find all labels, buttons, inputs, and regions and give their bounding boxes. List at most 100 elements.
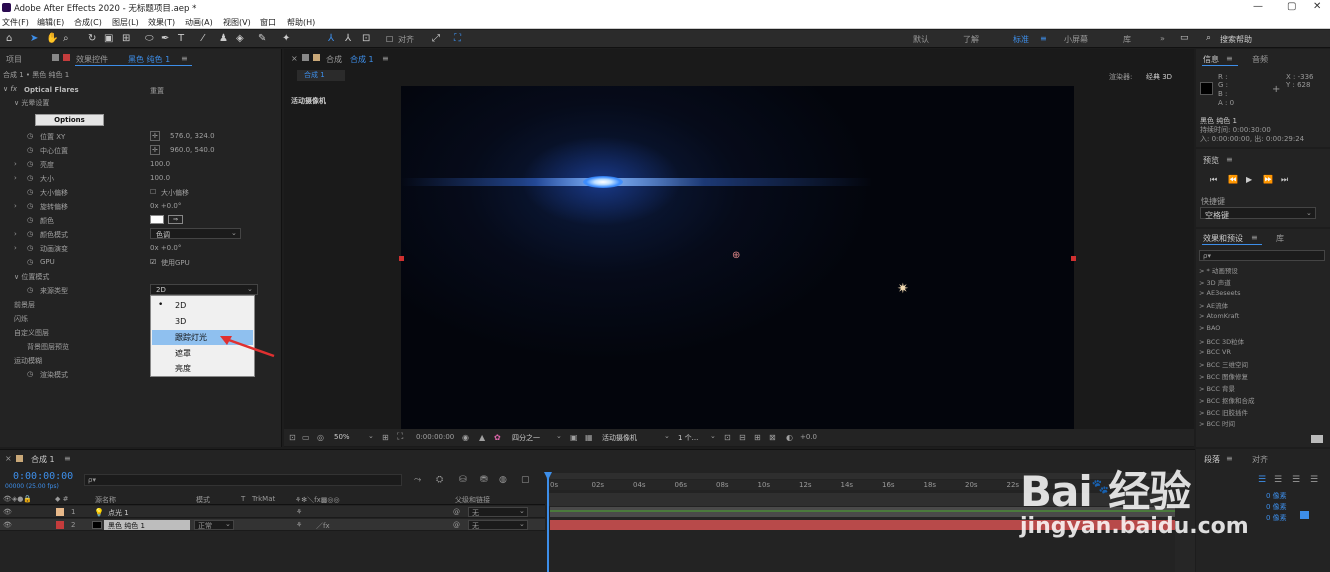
eye-icon[interactable]: 👁 (3, 521, 12, 529)
prop-brightness-value[interactable]: 100.0 (150, 160, 170, 168)
panel-menu-icon[interactable]: ≡ (1226, 454, 1233, 463)
effect-category-item[interactable]: > BAO (1199, 324, 1220, 332)
stopwatch-icon[interactable]: ◷ (27, 160, 33, 168)
timeline-icon[interactable]: ⊠ (769, 433, 776, 442)
color-mode-select[interactable]: 色调 ⌄ (150, 228, 241, 239)
workspace-default[interactable]: 默认 (913, 34, 929, 45)
justify-icon[interactable]: ☰ (1310, 475, 1318, 485)
roi-icon[interactable]: ▣ (570, 433, 578, 442)
menu-view[interactable]: 视图(V) (223, 17, 251, 28)
tab-library[interactable]: 库 (1276, 233, 1284, 244)
last-frame-icon[interactable]: ⏭ (1281, 175, 1288, 185)
tab-timeline-comp[interactable]: 合成 1 (31, 454, 55, 465)
next-frame-icon[interactable]: ⏩ (1263, 175, 1273, 184)
comp-subtab[interactable]: 合成 1 (297, 70, 345, 81)
quality-switch-icon[interactable]: ／fx (316, 521, 330, 531)
effect-category-item[interactable]: > 3D 声道 (1199, 277, 1231, 287)
exposure-value[interactable]: +0.0 (800, 433, 817, 441)
shy-switch-icon[interactable]: ⚘ (296, 508, 302, 516)
screen-icon[interactable]: ▭ (1180, 33, 1189, 43)
effect-category-item[interactable]: > BCC 三维空间 (1199, 359, 1248, 369)
tab-effect-controls[interactable]: 效果控件 (76, 54, 108, 65)
lock-icon[interactable] (302, 54, 309, 61)
snap-icon[interactable]: ⤢ (432, 33, 440, 44)
effect-category-item[interactable]: > BCC 旧胶插件 (1199, 407, 1248, 417)
expand-arrow-icon[interactable]: › (14, 160, 17, 168)
prop-animation-value[interactable]: 0x +0.0° (150, 244, 181, 252)
pen-tool-icon[interactable]: ✒ (161, 33, 169, 44)
camera-view-value[interactable]: 活动摄像机 (602, 433, 637, 443)
playhead[interactable] (547, 472, 549, 572)
group-foreground[interactable]: 前景层 (14, 300, 35, 310)
new-preset-icon[interactable] (1311, 435, 1323, 443)
stopwatch-icon[interactable]: ◷ (27, 370, 33, 378)
layer-handle-left[interactable] (399, 256, 404, 261)
timeline-search-input[interactable]: ρ▾ (84, 474, 402, 486)
stopwatch-icon[interactable]: ◷ (27, 244, 33, 252)
align-right-icon[interactable]: ☰ (1292, 475, 1300, 485)
stopwatch-icon[interactable]: ◷ (27, 202, 33, 210)
color-swatch[interactable] (150, 215, 164, 224)
rotate-tool-icon[interactable]: ↻ (88, 33, 96, 44)
menu-layer[interactable]: 图层(L) (112, 17, 139, 28)
layer-label-swatch[interactable] (56, 521, 64, 529)
gpu-checkbox[interactable]: ☑ (150, 258, 156, 266)
fast-preview-icon[interactable]: ⊟ (739, 433, 746, 442)
effect-category-item[interactable]: > * 动画预设 (1199, 265, 1238, 275)
stamp-tool-icon[interactable]: ♟ (219, 33, 228, 44)
group-motion-blur[interactable]: 运动模糊 (14, 356, 42, 366)
chevron-down-icon[interactable]: ⌄ (368, 432, 374, 440)
panel-menu-icon[interactable]: ≡ (1226, 54, 1233, 63)
shy-switch-icon[interactable]: ⚘ (296, 521, 302, 529)
mask-icon[interactable]: ◎ (317, 433, 324, 442)
source-type-select[interactable]: 2D ⌄ (150, 284, 258, 295)
dropdown-option-luminance[interactable]: 亮度 (152, 361, 253, 376)
pin-tool-icon[interactable]: ✦ (282, 33, 290, 44)
parent-select[interactable]: 无 ⌄ (468, 520, 528, 530)
align-checkbox[interactable]: ☐ (386, 35, 393, 44)
panel-menu-icon[interactable]: ≡ (1251, 233, 1258, 242)
search-help-input[interactable]: 搜索帮助 (1220, 34, 1252, 45)
crosshair-icon[interactable]: ✛ (150, 131, 160, 141)
effect-category-item[interactable]: > AE流体 (1199, 300, 1228, 310)
expand-arrow-icon[interactable]: › (14, 230, 17, 238)
stopwatch-icon[interactable]: ◷ (27, 286, 33, 294)
tab-composition[interactable]: 合成 (326, 54, 342, 65)
workspace-small-screen[interactable]: 小屏幕 (1064, 34, 1088, 45)
close-tab-icon[interactable]: × (5, 454, 12, 463)
views-value[interactable]: 1 个... (678, 433, 698, 443)
group-custom-layer[interactable]: 自定义图层 (14, 328, 49, 338)
col-source-name[interactable]: 源名称 (95, 495, 116, 505)
tab-info[interactable]: 信息 (1203, 54, 1219, 65)
crosshair-icon[interactable]: ✛ (150, 145, 160, 155)
first-frame-icon[interactable]: ⏮ (1210, 175, 1217, 185)
effect-category-item[interactable]: > BCC 图像修复 (1199, 371, 1248, 381)
toggle-pixel-icon[interactable]: ⊡ (724, 433, 731, 442)
prop-center-value[interactable]: 960.0, 540.0 (170, 146, 215, 154)
stopwatch-icon[interactable]: ◷ (27, 188, 33, 196)
chevron-down-icon[interactable]: ⌄ (710, 432, 716, 440)
dropdown-option-3d[interactable]: 3D (152, 314, 253, 329)
shortcut-select[interactable]: 空格键 ⌄ (1200, 207, 1316, 220)
align-center-icon[interactable]: ☰ (1274, 475, 1282, 485)
panel-menu-icon[interactable]: ≡ (1226, 155, 1233, 164)
frame-blend-icon[interactable]: ⛃ (480, 475, 488, 485)
prop-size-value[interactable]: 100.0 (150, 174, 170, 182)
snapshot-icon[interactable]: ◉ (462, 433, 469, 442)
group-bg-preview[interactable]: 背景图层预览 (27, 342, 69, 352)
group-render-mode[interactable]: 渲染模式 (40, 370, 68, 380)
tab-align[interactable]: 对齐 (1252, 454, 1268, 465)
stopwatch-icon[interactable]: ◷ (27, 146, 33, 154)
menu-animation[interactable]: 动画(A) (185, 17, 213, 28)
workspace-library[interactable]: 库 (1123, 34, 1131, 45)
group-options-label[interactable]: ∨ 光晕设置 (14, 98, 49, 108)
pickwhip-icon[interactable]: @ (453, 508, 460, 516)
always-preview-icon[interactable]: ⊡ (289, 433, 296, 442)
layer-name[interactable]: 点光 1 (108, 508, 129, 518)
light-icon[interactable]: ✷ (897, 281, 909, 297)
stopwatch-icon[interactable]: ◷ (27, 174, 33, 182)
col-mode[interactable]: 模式 (196, 495, 210, 505)
dropdown-option-2d[interactable]: • 2D (152, 298, 253, 313)
options-button[interactable]: Options (35, 114, 104, 126)
indent-right-value[interactable]: 0 像素 (1266, 502, 1287, 512)
